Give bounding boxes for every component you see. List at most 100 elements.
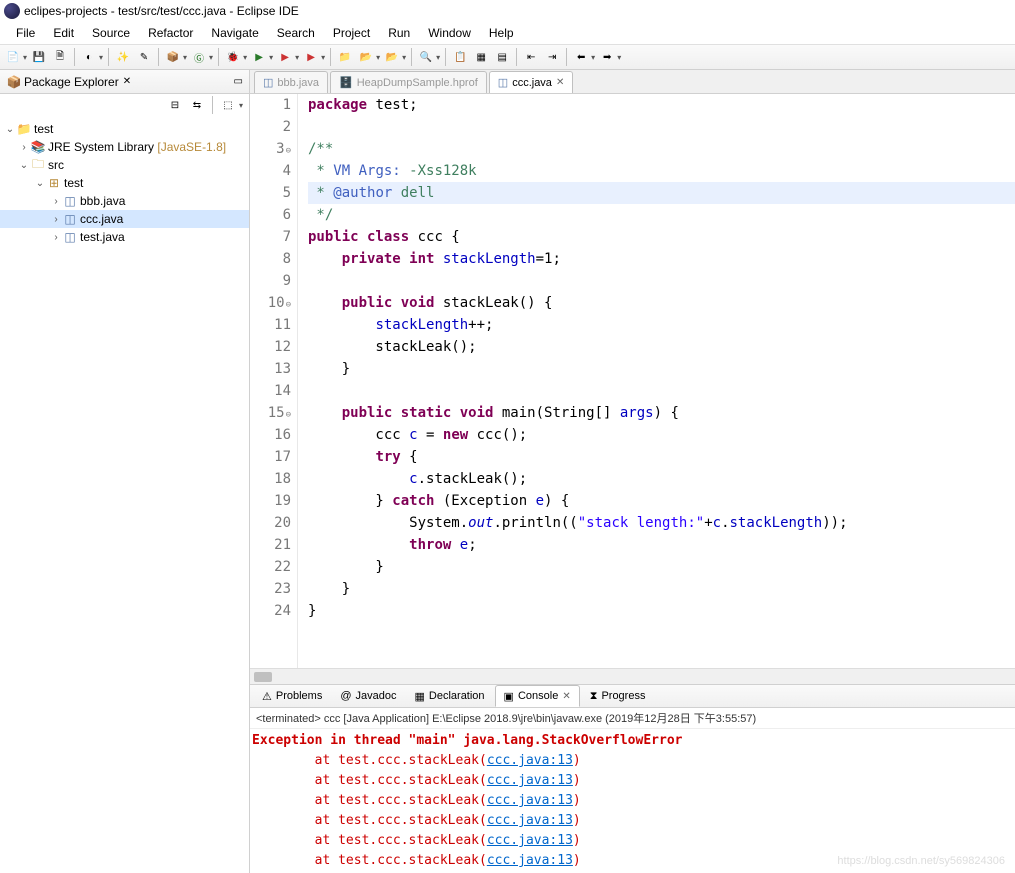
outline-icon[interactable]: ▦ bbox=[472, 48, 490, 66]
line-number[interactable]: 22 bbox=[250, 556, 291, 578]
menu-refactor[interactable]: Refactor bbox=[140, 24, 201, 42]
line-number[interactable]: 15 bbox=[250, 402, 291, 424]
dropdown-icon[interactable]: ▾ bbox=[617, 53, 621, 62]
dropdown-icon[interactable]: ▾ bbox=[436, 53, 440, 62]
line-number[interactable]: 3 bbox=[250, 138, 291, 160]
bottom-tab-problems[interactable]: ⚠Problems bbox=[254, 685, 330, 707]
code-line[interactable]: throw e; bbox=[308, 534, 1015, 556]
new-icon[interactable]: 📄 bbox=[4, 48, 22, 66]
code-editor[interactable]: 123456789101112131415161718192021222324 … bbox=[250, 94, 1015, 668]
line-number[interactable]: 20 bbox=[250, 512, 291, 534]
console-output[interactable]: Exception in thread "main" java.lang.Sta… bbox=[250, 729, 1015, 873]
dropdown-icon[interactable]: ▾ bbox=[99, 53, 103, 62]
line-number[interactable]: 10 bbox=[250, 292, 291, 314]
source-link[interactable]: ccc.java:13 bbox=[487, 853, 573, 868]
pin-icon[interactable]: ⇤ bbox=[522, 48, 540, 66]
back-icon[interactable]: ⬅ bbox=[572, 48, 590, 66]
wand-icon[interactable]: ✎ bbox=[135, 48, 153, 66]
source-link[interactable]: ccc.java:13 bbox=[487, 753, 573, 768]
folder2-icon[interactable]: 📂 bbox=[383, 48, 401, 66]
source-link[interactable]: ccc.java:13 bbox=[487, 793, 573, 808]
code-line[interactable]: */ bbox=[308, 204, 1015, 226]
menu-search[interactable]: Search bbox=[269, 24, 323, 42]
dropdown-icon[interactable]: ▾ bbox=[183, 53, 187, 62]
code-line[interactable]: stackLength++; bbox=[308, 314, 1015, 336]
line-number[interactable]: 11 bbox=[250, 314, 291, 336]
menu-project[interactable]: Project bbox=[325, 24, 378, 42]
code-line[interactable]: } catch (Exception e) { bbox=[308, 490, 1015, 512]
code-line[interactable] bbox=[308, 116, 1015, 138]
code-line[interactable]: /** bbox=[308, 138, 1015, 160]
dropdown-icon[interactable]: ▾ bbox=[269, 53, 273, 62]
tree-package[interactable]: ⌄⊞test bbox=[0, 174, 249, 192]
tree-file[interactable]: ›◫test.java bbox=[0, 228, 249, 246]
code-line[interactable]: public class ccc { bbox=[308, 226, 1015, 248]
line-number[interactable]: 2 bbox=[250, 116, 291, 138]
code-line[interactable]: package test; bbox=[308, 94, 1015, 116]
code-line[interactable]: stackLeak(); bbox=[308, 336, 1015, 358]
close-icon[interactable]: ✕ bbox=[562, 691, 570, 702]
code-line[interactable]: c.stackLeak(); bbox=[308, 468, 1015, 490]
line-number[interactable]: 5 bbox=[250, 182, 291, 204]
menu-source[interactable]: Source bbox=[84, 24, 138, 42]
line-number[interactable]: 4 bbox=[250, 160, 291, 182]
editor-tab[interactable]: ◫ccc.java✕ bbox=[489, 71, 574, 93]
line-number[interactable]: 7 bbox=[250, 226, 291, 248]
dropdown-icon[interactable]: ▾ bbox=[402, 53, 406, 62]
view-menu-icon[interactable]: ▾ bbox=[239, 101, 243, 110]
line-number[interactable]: 13 bbox=[250, 358, 291, 380]
line-number[interactable]: 16 bbox=[250, 424, 291, 446]
project-tree[interactable]: ⌄📁test ›📚JRE System Library [JavaSE-1.8]… bbox=[0, 116, 249, 250]
source-link[interactable]: ccc.java:13 bbox=[487, 773, 573, 788]
close-icon[interactable]: ✕ bbox=[556, 77, 564, 88]
code-line[interactable]: ccc c = new ccc(); bbox=[308, 424, 1015, 446]
line-number[interactable]: 24 bbox=[250, 600, 291, 622]
dropdown-icon[interactable]: ▾ bbox=[295, 53, 299, 62]
line-number[interactable]: 18 bbox=[250, 468, 291, 490]
run-icon[interactable]: ▶ bbox=[250, 48, 268, 66]
code-area[interactable]: package test;/** * VM Args: -Xss128k * @… bbox=[308, 94, 1015, 668]
menu-navigate[interactable]: Navigate bbox=[203, 24, 266, 42]
scroll-thumb[interactable] bbox=[254, 672, 272, 682]
folder-icon[interactable]: 📂 bbox=[357, 48, 375, 66]
code-line[interactable]: public static void main(String[] args) { bbox=[308, 402, 1015, 424]
editor-tab[interactable]: 🗄️HeapDumpSample.hprof bbox=[330, 71, 487, 93]
debug-icon[interactable]: 🐞 bbox=[224, 48, 242, 66]
dropdown-icon[interactable]: ▾ bbox=[376, 53, 380, 62]
source-link[interactable]: ccc.java:13 bbox=[487, 833, 573, 848]
save-all-icon[interactable]: 🗎 bbox=[51, 48, 69, 66]
line-number[interactable]: 19 bbox=[250, 490, 291, 512]
breadcrumb-icon[interactable]: ▤ bbox=[493, 48, 511, 66]
menu-file[interactable]: File bbox=[8, 24, 43, 42]
line-number[interactable]: 9 bbox=[250, 270, 291, 292]
folding-strip[interactable] bbox=[298, 94, 308, 668]
line-number[interactable]: 23 bbox=[250, 578, 291, 600]
code-line[interactable]: private int stackLength=1; bbox=[308, 248, 1015, 270]
tree-src[interactable]: ⌄🗀src bbox=[0, 156, 249, 174]
coverage-icon[interactable]: ▶ bbox=[276, 48, 294, 66]
tree-file[interactable]: ›◫ccc.java bbox=[0, 210, 249, 228]
save-icon[interactable]: 💾 bbox=[30, 48, 48, 66]
link-editor-icon[interactable]: ⇆ bbox=[188, 96, 206, 114]
line-gutter[interactable]: 123456789101112131415161718192021222324 bbox=[250, 94, 298, 668]
forward-icon[interactable]: ➡ bbox=[598, 48, 616, 66]
package-icon[interactable]: 📦 bbox=[164, 48, 182, 66]
toggle-icon[interactable]: ◐ bbox=[80, 48, 98, 66]
search-icon[interactable]: 🔍 bbox=[417, 48, 435, 66]
code-line[interactable]: try { bbox=[308, 446, 1015, 468]
minimize-icon[interactable]: ▭ bbox=[234, 76, 243, 87]
code-line[interactable] bbox=[308, 270, 1015, 292]
bottom-tab-javadoc[interactable]: @Javadoc bbox=[332, 685, 404, 707]
dropdown-icon[interactable]: ▾ bbox=[243, 53, 247, 62]
menu-help[interactable]: Help bbox=[481, 24, 522, 42]
code-line[interactable]: } bbox=[308, 600, 1015, 622]
menu-run[interactable]: Run bbox=[380, 24, 418, 42]
line-number[interactable]: 21 bbox=[250, 534, 291, 556]
bottom-tab-console[interactable]: ▣Console ✕ bbox=[495, 685, 580, 707]
new-java-icon[interactable]: 📁 bbox=[336, 48, 354, 66]
code-line[interactable]: } bbox=[308, 358, 1015, 380]
line-number[interactable]: 12 bbox=[250, 336, 291, 358]
line-number[interactable]: 14 bbox=[250, 380, 291, 402]
line-number[interactable]: 1 bbox=[250, 94, 291, 116]
code-line[interactable]: } bbox=[308, 578, 1015, 600]
